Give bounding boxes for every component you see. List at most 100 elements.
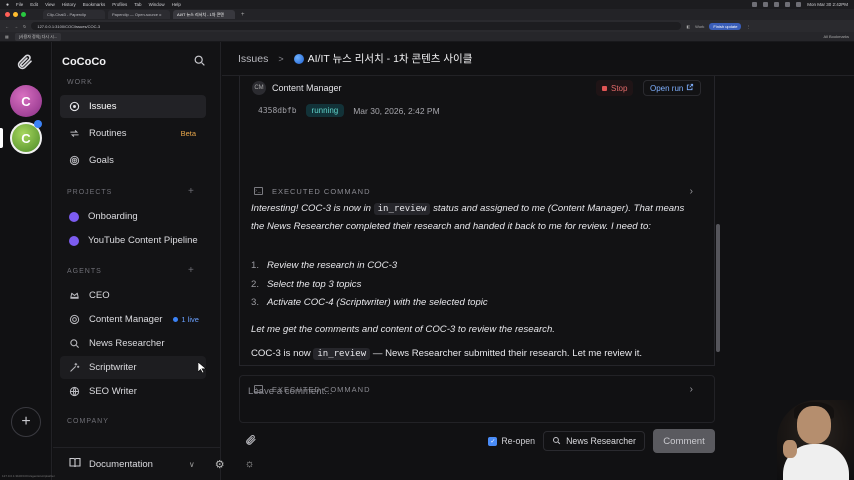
checkbox-checked-icon[interactable]: ✓ xyxy=(488,436,498,446)
menubar-item-edit[interactable]: Edit xyxy=(30,2,38,7)
forward-icon[interactable]: → xyxy=(14,24,18,29)
new-tab-icon[interactable]: + xyxy=(238,12,248,18)
work-profile-label[interactable]: Work xyxy=(695,24,704,29)
menubar-item-view[interactable]: View xyxy=(45,2,55,7)
menubar-item-history[interactable]: History xyxy=(62,2,76,7)
menubar-clock[interactable]: Mon Mar 30 2:42PM xyxy=(807,2,848,7)
menubar-item-help[interactable]: Help xyxy=(172,2,181,7)
chevron-right-icon: › xyxy=(689,185,694,197)
sidebar-item-label: Scriptwriter xyxy=(89,362,137,373)
sidebar-item-label: News Researcher xyxy=(89,338,165,349)
breadcrumb-issues-link[interactable]: Issues xyxy=(238,53,268,65)
sidebar-item-agent-news-researcher[interactable]: News Researcher xyxy=(60,332,206,355)
sidebar-item-agent-content-manager[interactable]: Content Manager 1 live xyxy=(60,308,206,331)
text-fragment: COC-3 is now xyxy=(251,348,314,359)
sidebar-item-agent-scriptwriter[interactable]: Scriptwriter xyxy=(60,356,206,379)
stop-run-button[interactable]: Stop xyxy=(596,80,634,96)
add-project-button[interactable]: + xyxy=(188,186,194,197)
reopen-toggle[interactable]: ✓ Re-open xyxy=(488,436,535,446)
extension-icon[interactable]: ◧ xyxy=(686,24,690,29)
terminal-icon: ›_ xyxy=(254,187,263,195)
text-fragment: Interesting! COC-3 is now in xyxy=(251,203,374,214)
sidebar-item-label: Goals xyxy=(89,155,114,166)
page-title: AI/IT 뉴스 리서치 - 1차 콘텐츠 사이클 xyxy=(293,51,473,66)
text-fragment: — News Researcher submitted their resear… xyxy=(370,348,643,359)
menubar-item-bookmarks[interactable]: Bookmarks xyxy=(83,2,106,7)
menubar-item-window[interactable]: Window xyxy=(149,2,165,7)
list-text: Select the top 3 topics xyxy=(267,278,362,290)
project-color-dot xyxy=(69,211,79,222)
status-icon[interactable] xyxy=(774,2,780,7)
open-run-label: Open run xyxy=(650,83,684,93)
webcam-overlay xyxy=(777,400,854,480)
sidebar-item-goals[interactable]: Goals xyxy=(60,149,206,172)
menubar-item-profiles[interactable]: Profiles xyxy=(112,2,127,7)
sidebar-item-agent-seo-writer[interactable]: SEO Writer xyxy=(60,380,206,403)
comment-input[interactable]: Leave a comment... xyxy=(239,375,715,423)
step-list: 1. Review the research in COC-3 2. Select … xyxy=(251,260,488,316)
apple-icon[interactable]: ● xyxy=(6,2,9,8)
paperclip-logo-icon[interactable] xyxy=(16,53,34,71)
list-item: 3. Activate COC-4 (Scriptwriter) with the… xyxy=(251,297,488,316)
status-icon[interactable] xyxy=(752,2,758,7)
browser-tab[interactable]: Paperclip — Open-source o xyxy=(108,10,170,19)
back-icon[interactable]: ← xyxy=(5,24,9,29)
sidebar-item-project-onboarding[interactable]: Onboarding xyxy=(60,205,206,228)
sidebar-item-routines[interactable]: Routines Beta xyxy=(60,122,206,145)
minimize-window-icon[interactable] xyxy=(13,12,18,17)
search-icon xyxy=(69,338,80,349)
chevron-down-icon[interactable]: ∨ xyxy=(189,460,195,469)
documentation-link[interactable]: Documentation xyxy=(89,459,153,470)
macos-menubar: ● Chrome File Edit View History Bookmark… xyxy=(0,0,854,480)
repeat-icon xyxy=(69,128,80,139)
reload-icon[interactable]: ↻ xyxy=(23,24,26,29)
issue-title: AI/IT 뉴스 리서치 - 1차 콘텐츠 사이클 xyxy=(307,53,473,65)
live-dot xyxy=(34,120,42,128)
company-avatar[interactable]: C xyxy=(10,85,42,117)
wifi-icon[interactable] xyxy=(785,2,791,7)
apps-icon[interactable]: ▦ xyxy=(5,34,9,39)
browser-tab[interactable]: Clip-Chat3 - Paperclip xyxy=(43,10,105,19)
agent-name[interactable]: Content Manager xyxy=(272,83,342,93)
search-icon[interactable] xyxy=(193,54,207,68)
bookmark-chip[interactable]: [사용자 정의] 다시 시... xyxy=(14,32,62,41)
assignee-picker[interactable]: News Researcher xyxy=(543,431,645,451)
browser-tab-active[interactable]: AI/IT 뉴스 리서치 - 1차 콘텐 xyxy=(173,10,235,19)
open-run-button[interactable]: Open run xyxy=(643,80,702,96)
stop-label: Stop xyxy=(611,83,628,93)
live-badge-label: 1 live xyxy=(181,315,199,324)
maximize-window-icon[interactable] xyxy=(21,12,26,17)
sidebar-item-label: CEO xyxy=(89,290,110,301)
book-icon xyxy=(69,457,81,471)
address-bar[interactable]: 127.0.0.1:3100/COC/issues/COC-3 xyxy=(31,22,682,30)
target-icon xyxy=(69,155,80,166)
sidebar-item-label: Onboarding xyxy=(88,211,138,222)
target-icon xyxy=(69,314,80,325)
executed-command-row[interactable]: ›_ EXECUTED COMMAND › xyxy=(254,182,694,200)
sidebar-item-issues[interactable]: Issues xyxy=(60,95,206,118)
run-timestamp: Mar 30, 2026, 2:42 PM xyxy=(353,105,440,116)
add-agent-button[interactable]: + xyxy=(188,265,194,276)
assignee-label: News Researcher xyxy=(566,436,636,446)
close-window-icon[interactable] xyxy=(5,12,10,17)
attach-icon[interactable] xyxy=(245,434,257,449)
sidebar-item-agent-ceo[interactable]: CEO xyxy=(60,284,206,307)
project-color-dot xyxy=(69,235,79,246)
company-rail: C C + xyxy=(0,42,52,480)
add-company-button[interactable]: + xyxy=(11,407,41,437)
sidebar-item-project-youtube[interactable]: YouTube Content Pipeline xyxy=(60,229,206,252)
run-id[interactable]: 4358dbfb xyxy=(258,106,297,115)
run-transcript-card: CM Content Manager Stop Open run 4358dbf… xyxy=(239,76,720,395)
finish-update-button[interactable]: Finish update xyxy=(709,22,742,30)
status-icon[interactable] xyxy=(763,2,769,7)
sidebar-item-label: Content Manager xyxy=(89,314,163,325)
menubar-item-file[interactable]: File xyxy=(16,2,23,7)
all-bookmarks-link[interactable]: All Bookmarks xyxy=(823,34,849,39)
comment-button[interactable]: Comment xyxy=(653,429,715,453)
menubar-item-tab[interactable]: Tab xyxy=(134,2,141,7)
battery-icon[interactable] xyxy=(796,2,802,7)
search-icon xyxy=(552,436,561,447)
sidebar-item-label: YouTube Content Pipeline xyxy=(88,235,198,246)
scrollbar[interactable] xyxy=(716,224,720,352)
browser-menu-icon[interactable]: ⋮ xyxy=(746,24,750,29)
